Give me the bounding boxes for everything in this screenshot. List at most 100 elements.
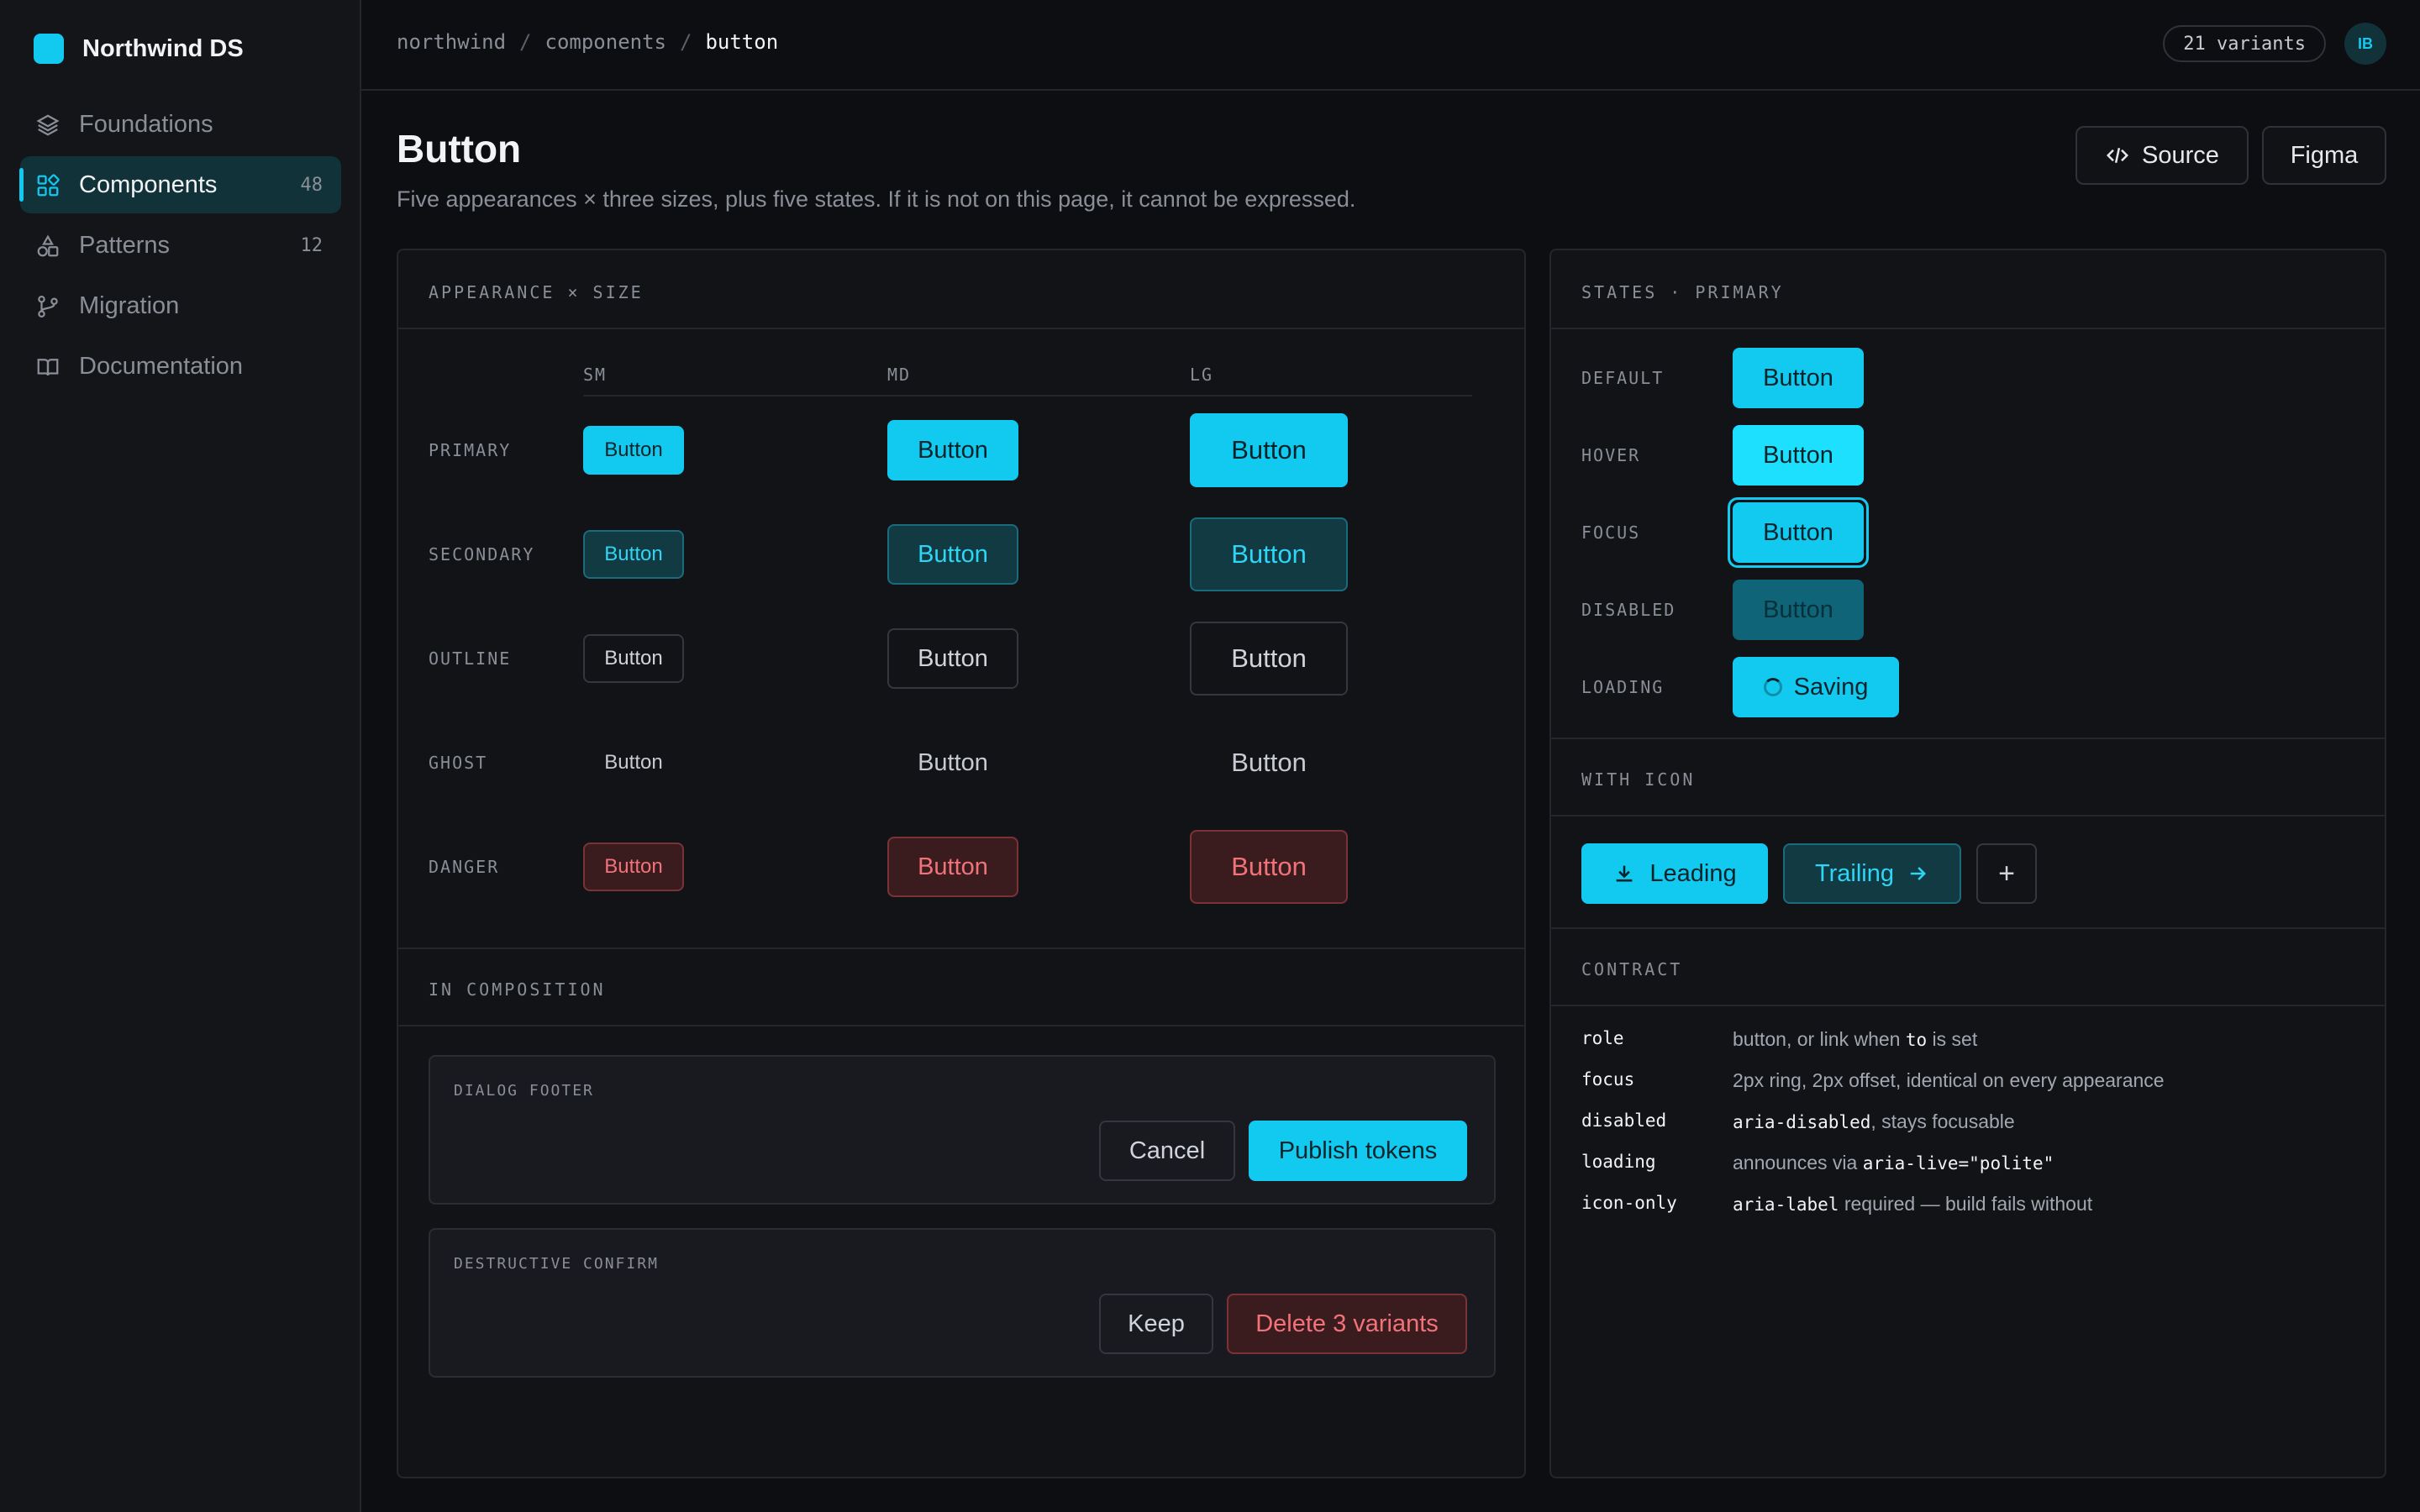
sidebar-item-count: 48 [300,175,324,196]
breadcrumb-separator: / [519,30,532,54]
contract-row-role: role button, or link when to is set [1581,1028,1977,1051]
outline-lg-button[interactable]: Button [1190,622,1348,696]
states-heading: STATES · PRIMARY [1581,282,1784,302]
breadcrumb-item[interactable]: northwind [397,30,506,54]
sidebar-item-foundations[interactable]: Foundations [20,96,341,153]
contract-value: 2px ring, 2px offset, identical on every… [1733,1069,2165,1092]
contract-text: , stays focusable [1870,1110,2015,1132]
row-label-primary: PRIMARY [429,440,512,460]
outline-md-button[interactable]: Button [887,628,1018,689]
composition-heading: IN COMPOSITION [429,979,606,1000]
spinner-icon [1763,678,1782,696]
hover-state-button[interactable]: Button [1733,425,1864,486]
cancel-button[interactable]: Cancel [1099,1121,1235,1181]
code-icon [2107,147,2129,164]
primary-sm-button[interactable]: Button [583,426,684,475]
contract-text: announces via [1733,1152,1863,1173]
keep-button[interactable]: Keep [1099,1294,1213,1354]
states-panel: STATES · PRIMARY DEFAULT Button HOVER Bu… [1549,249,2386,1478]
loading-state-label: Saving [1793,673,1869,701]
with-icon-header: WITH ICON [1551,738,2385,816]
book-icon [37,359,59,376]
state-label-loading: LOADING [1581,677,1665,697]
plus-icon: + [1998,857,2015,890]
with-icon-heading: WITH ICON [1581,769,1696,790]
plus-icon-button[interactable]: + [1976,843,2037,904]
state-label-hover: HOVER [1581,445,1641,465]
focus-state-button[interactable]: Button [1733,502,1864,563]
contract-text: button, or link when [1733,1028,1906,1050]
state-label-focus: FOCUS [1581,522,1641,543]
danger-lg-button[interactable]: Button [1190,830,1348,904]
ghost-md-button[interactable]: Button [887,732,1018,793]
secondary-sm-button[interactable]: Button [583,530,684,579]
figma-button-label: Figma [2290,141,2359,169]
sidebar-item-migration[interactable]: Migration [20,277,341,334]
dialog-footer-label: DIALOG FOOTER [454,1082,594,1100]
publish-tokens-button[interactable]: Publish tokens [1249,1121,1467,1181]
contract-code: aria-label [1733,1194,1839,1215]
destructive-confirm-label: DESTRUCTIVE CONFIRM [454,1255,659,1273]
sidebar-item-label: Migration [79,291,180,319]
sidebar-item-patterns[interactable]: Patterns 12 [20,217,341,274]
page-title: Button [397,127,522,171]
column-header-lg: LG [1190,365,1214,385]
trailing-icon-button[interactable]: Trailing [1783,843,1961,904]
trailing-button-label: Trailing [1814,859,1894,887]
contract-header: CONTRACT [1551,927,2385,1006]
contract-row-icon-only: icon-only aria-label required — build fa… [1581,1193,2092,1215]
contract-row-disabled: disabled aria-disabled, stays focusable [1581,1110,2015,1133]
contract-value: announces via aria-live="polite" [1733,1152,2054,1174]
brand[interactable]: Northwind DS [34,34,244,64]
contract-code: to [1905,1030,1928,1050]
delete-variants-button[interactable]: Delete 3 variants [1227,1294,1467,1354]
contract-key: icon-only [1581,1193,1677,1213]
topbar: northwind / components / button 21 variants … [361,0,2420,91]
primary-md-button[interactable]: Button [887,420,1018,480]
sidebar-item-label: Components [79,171,218,198]
ghost-sm-button[interactable]: Button [583,738,684,787]
outline-sm-button[interactable]: Button [583,634,684,683]
download-icon [1617,865,1633,882]
contract-text: required — build fails without [1839,1193,2093,1215]
source-button[interactable]: Source [2075,126,2249,185]
sidebar-item-label: Documentation [79,352,244,380]
state-label-default: DEFAULT [1581,368,1665,388]
ghost-lg-button[interactable]: Button [1190,726,1348,800]
secondary-md-button[interactable]: Button [887,524,1018,585]
contract-key: role [1581,1028,1624,1048]
source-button-label: Source [2142,141,2219,169]
column-header-sm: SM [583,365,608,385]
secondary-lg-button[interactable]: Button [1190,517,1348,591]
layers-icon [36,114,60,136]
breadcrumb-item[interactable]: components [545,30,667,54]
contract-text: is set [1927,1028,1978,1050]
sidebar-item-label: Patterns [79,231,170,259]
shapes-icon [37,234,59,257]
contract-code: aria-live="polite" [1862,1153,2054,1173]
contract-row-loading: loading announces via aria-live="polite" [1581,1152,2054,1174]
danger-sm-button[interactable]: Button [583,843,684,891]
sidebar-nav: Foundations Components 48 Patterns 12 Mi… [19,96,341,398]
contract-value: aria-disabled, stays focusable [1733,1110,2015,1133]
variants-badge: 21 variants [2163,25,2326,62]
row-label-ghost: GHOST [429,753,488,773]
leading-icon-button[interactable]: Leading [1581,843,1768,904]
default-state-button[interactable]: Button [1733,348,1864,408]
sidebar-item-documentation[interactable]: Documentation [20,338,341,395]
contract-key: disabled [1581,1110,1667,1131]
contract-value: button, or link when to is set [1733,1028,1977,1051]
sidebar-item-components[interactable]: Components 48 [19,156,341,213]
sidebar-item-label: Foundations [79,110,213,138]
figma-button[interactable]: Figma [2262,126,2386,185]
sidebar: Northwind DS Foundations Components 48 P… [0,0,361,1512]
grid-icon [37,174,60,197]
danger-md-button[interactable]: Button [887,837,1018,897]
avatar[interactable]: IB [2344,23,2386,65]
leading-button-label: Leading [1649,859,1737,887]
contract-text: 2px ring, 2px offset, identical on every… [1733,1069,2165,1091]
contract-heading: CONTRACT [1581,959,1683,979]
primary-lg-button[interactable]: Button [1190,413,1348,487]
loading-state-button[interactable]: Saving [1733,657,1899,717]
sidebar-item-count: 12 [300,235,324,256]
